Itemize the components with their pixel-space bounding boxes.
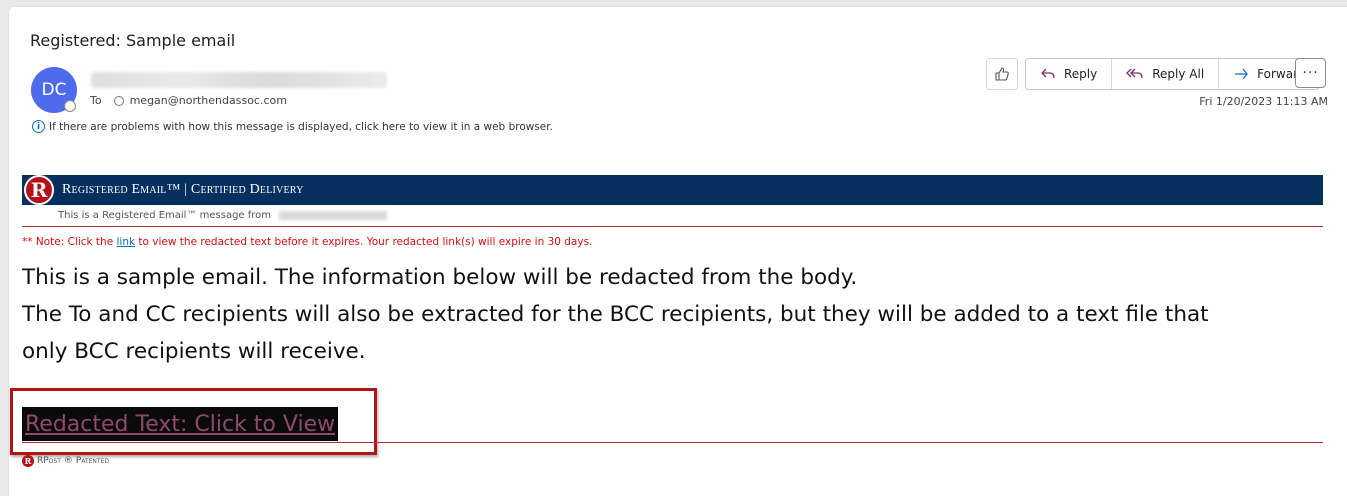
sender-name-redacted xyxy=(91,72,387,88)
more-icon: ··· xyxy=(1302,65,1319,81)
note-link[interactable]: link xyxy=(117,236,136,248)
banner-subtitle: This is a Registered Email™ message from xyxy=(58,210,272,221)
divider xyxy=(22,226,1323,227)
rpost-mini-logo-icon: R xyxy=(22,455,34,467)
presence-status-icon xyxy=(64,100,76,112)
reply-all-label: Reply All xyxy=(1152,67,1205,81)
footer-patented: Patented xyxy=(75,456,109,466)
body-line-2: The To and CC recipients will also be ex… xyxy=(22,302,1209,327)
email-subject: Registered: Sample email xyxy=(30,31,236,50)
reply-all-button[interactable]: Reply All xyxy=(1112,59,1220,89)
footer-mark: ® xyxy=(63,456,73,466)
registered-email-banner: R Registered Email™ | Certified Delivery xyxy=(22,175,1323,205)
body-line-1: This is a sample email. The information … xyxy=(22,265,858,290)
recipient-presence-icon xyxy=(113,95,124,106)
avatar-initials: DC xyxy=(41,80,67,100)
note-suffix: to view the redacted text before it expi… xyxy=(135,236,593,248)
rpost-logo-icon: R xyxy=(24,175,54,205)
rpost-footer: R RPost ® Patented xyxy=(22,455,109,467)
like-button[interactable] xyxy=(986,58,1018,90)
redacted-text-link[interactable]: Redacted Text: Click to View xyxy=(22,407,339,441)
reply-icon xyxy=(1041,68,1055,79)
to-row: To megan@northendassoc.com xyxy=(90,94,287,107)
thumbs-up-icon xyxy=(995,67,1009,81)
sent-date: Fri 1/20/2023 11:13 AM xyxy=(1199,95,1328,108)
reply-label: Reply xyxy=(1064,67,1098,81)
expiry-note: ** Note: Click the link to view the reda… xyxy=(22,236,592,248)
info-bar-text[interactable]: If there are problems with how this mess… xyxy=(49,121,553,133)
email-body: This is a sample email. The information … xyxy=(22,259,1332,370)
forward-icon xyxy=(1235,68,1249,80)
reply-button[interactable]: Reply xyxy=(1026,59,1113,89)
reading-pane: Registered: Sample email DC To megan@nor… xyxy=(8,6,1347,496)
to-label: To xyxy=(90,94,102,107)
info-icon: i xyxy=(32,120,45,133)
reply-actions: Reply Reply All Forward xyxy=(1025,58,1321,90)
body-line-3: only BCC recipients will receive. xyxy=(22,339,366,364)
recipient-address[interactable]: megan@northendassoc.com xyxy=(130,94,287,107)
more-actions-button[interactable]: ··· xyxy=(1295,58,1326,88)
sender-domain-redacted xyxy=(279,211,388,220)
note-prefix: ** Note: Click the xyxy=(22,236,117,248)
divider xyxy=(22,442,1323,443)
footer-brand: RPost xyxy=(37,456,61,466)
reply-all-icon xyxy=(1126,68,1143,79)
info-bar[interactable]: i If there are problems with how this me… xyxy=(32,120,553,133)
banner-subtitle-row: This is a Registered Email™ message from xyxy=(58,210,388,221)
banner-title: Registered Email™ | Certified Delivery xyxy=(62,182,304,197)
